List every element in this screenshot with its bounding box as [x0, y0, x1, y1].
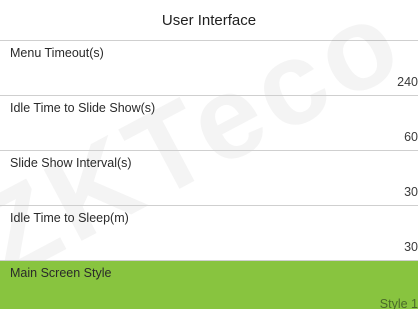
settings-list: Menu Timeout(s) 240 Idle Time to Slide S… — [0, 41, 418, 309]
setting-value: 60 — [404, 130, 418, 144]
setting-row-menu-timeout[interactable]: Menu Timeout(s) 240 — [0, 41, 418, 96]
setting-value: 240 — [397, 75, 418, 89]
setting-value: 30 — [404, 240, 418, 254]
setting-label: Main Screen Style — [10, 266, 112, 280]
setting-value: 30 — [404, 185, 418, 199]
setting-row-main-screen-style[interactable]: Main Screen Style Style 1 — [0, 261, 418, 309]
setting-label: Idle Time to Slide Show(s) — [10, 101, 156, 115]
setting-label: Menu Timeout(s) — [10, 46, 104, 60]
setting-row-idle-time-to-slide-show[interactable]: Idle Time to Slide Show(s) 60 — [0, 96, 418, 151]
setting-row-slide-show-interval[interactable]: Slide Show Interval(s) 30 — [0, 151, 418, 206]
user-interface-screen: ZKTeco User Interface Menu Timeout(s) 24… — [0, 0, 418, 309]
setting-row-idle-time-to-sleep[interactable]: Idle Time to Sleep(m) 30 — [0, 206, 418, 261]
setting-label: Slide Show Interval(s) — [10, 156, 132, 170]
setting-value: Style 1 — [379, 297, 418, 309]
setting-label: Idle Time to Sleep(m) — [10, 211, 129, 225]
page-title: User Interface — [0, 0, 418, 41]
